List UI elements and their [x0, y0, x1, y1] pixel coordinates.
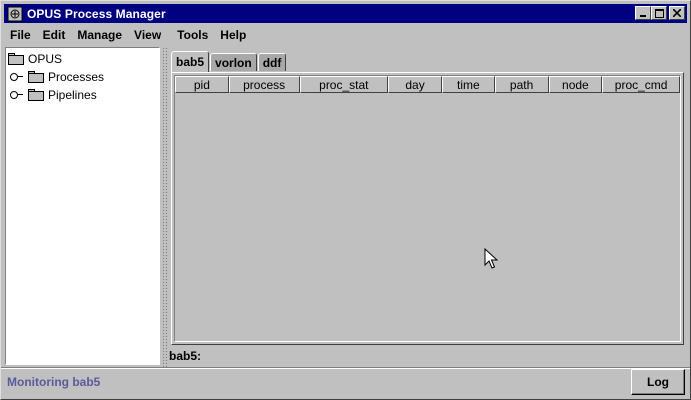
tree-node-label: OPUS [28, 52, 63, 66]
tab-content-panel: pid process proc_stat day time path node… [171, 72, 684, 345]
column-header-process[interactable]: process [228, 76, 300, 93]
menu-manage[interactable]: Manage [71, 25, 128, 45]
menu-help[interactable]: Help [214, 25, 252, 45]
tab-ddf[interactable]: ddf [257, 53, 287, 71]
close-icon [673, 9, 681, 17]
folder-icon [28, 71, 44, 83]
minimize-button[interactable] [635, 6, 651, 20]
process-table[interactable]: pid process proc_stat day time path node… [174, 75, 681, 342]
tree-node-pipelines[interactable]: Pipelines [10, 86, 97, 104]
tab-vorlon[interactable]: vorlon [210, 53, 257, 71]
column-header-time[interactable]: time [441, 76, 495, 93]
column-header-pid[interactable]: pid [175, 76, 229, 93]
maximize-icon [654, 8, 664, 18]
window-title: OPUS Process Manager [27, 6, 166, 21]
close-button[interactable] [669, 6, 685, 20]
column-header-path[interactable]: path [494, 76, 549, 93]
tree-node-processes[interactable]: Processes [10, 68, 104, 86]
tree-node-label: Pipelines [48, 88, 97, 102]
mouse-pointer-icon [484, 247, 499, 270]
minimize-icon [640, 15, 646, 17]
menu-edit[interactable]: Edit [37, 25, 72, 45]
menu-view[interactable]: View [128, 25, 167, 45]
menu-bar: File Edit Manage View Tools Help [4, 25, 687, 45]
table-header: pid process proc_stat day time path node… [175, 76, 680, 93]
tree-node-label: Processes [48, 70, 105, 84]
folder-icon [28, 89, 44, 101]
folder-icon [8, 53, 24, 65]
expand-toggle-icon[interactable] [10, 72, 24, 82]
maximize-button[interactable] [651, 6, 667, 20]
column-header-day[interactable]: day [388, 76, 442, 93]
tree-node-opus[interactable]: OPUS [8, 50, 62, 68]
split-pane-divider[interactable] [162, 47, 168, 367]
title-bar[interactable]: OPUS Process Manager [4, 4, 687, 23]
menu-tools[interactable]: Tools [171, 25, 214, 45]
menu-file[interactable]: File [4, 25, 37, 45]
log-button[interactable]: Log [631, 369, 685, 395]
column-header-proc-stat[interactable]: proc_stat [299, 76, 389, 93]
status-message: Monitoring bab5 [7, 375, 101, 389]
tab-strip: bab5 vorlon ddf [171, 51, 287, 72]
tree-panel[interactable]: OPUS Processes Pipelines [5, 47, 160, 365]
main-window: OPUS Process Manager File Edit Manage Vi… [0, 0, 691, 400]
panel-status-label: bab5: [169, 349, 202, 363]
tab-bab5[interactable]: bab5 [171, 51, 210, 72]
column-header-proc-cmd[interactable]: proc_cmd [602, 76, 680, 93]
column-header-node[interactable]: node [548, 76, 603, 93]
app-icon[interactable] [7, 6, 23, 22]
status-divider [1, 367, 690, 369]
expand-toggle-icon[interactable] [10, 90, 24, 100]
